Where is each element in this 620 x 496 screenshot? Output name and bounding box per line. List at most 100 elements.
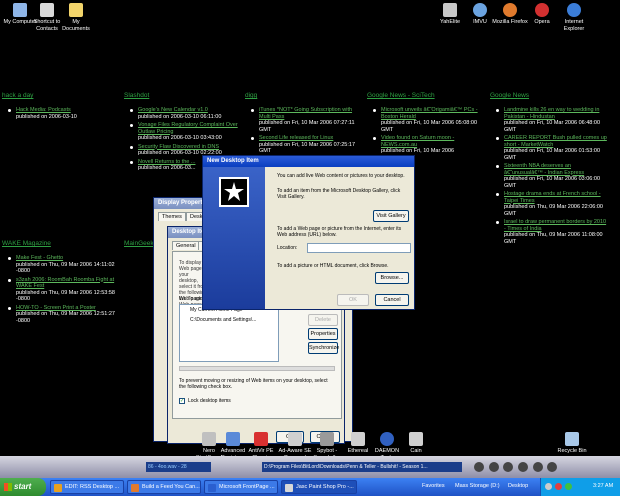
desktop-toolbar[interactable]: Desktop: [508, 483, 528, 489]
app-icon: [202, 432, 216, 446]
feed-title[interactable]: Slashdot: [124, 92, 242, 99]
system-tray: 3:27 AM: [540, 478, 620, 496]
feed-item: Video found on Saturn moon - NEWS.com.au…: [373, 135, 485, 155]
delete-button[interactable]: Delete: [308, 314, 338, 326]
feed-item-link[interactable]: CAREER REPORT Bush pulled comes up short…: [504, 135, 608, 148]
gallery-text: To add an item from the Microsoft Deskto…: [277, 188, 401, 200]
lock-hint-text: To prevent moving or resizing of Web ite…: [179, 378, 328, 390]
feed-item-date: published on Fri, 10 Mar 2006 05:08:00 G…: [381, 120, 478, 133]
feed-item-link[interactable]: Sixteenth NBA deserves an â€˜unusualâ€™ …: [504, 163, 608, 176]
feed-item-date: published on Fri, 10 Mar 2006 01:53:00 G…: [504, 148, 601, 161]
feed-item-link[interactable]: Israel to draw permanent borders by 2010…: [504, 219, 608, 232]
feed-item-date: published on Thu, 09 Mar 2006 12:51:27 -…: [16, 311, 115, 324]
cain-icon[interactable]: Cain: [398, 432, 434, 455]
cancel-button[interactable]: Cancel: [375, 294, 409, 306]
feed-item-link[interactable]: iTunes *NOT* Going Subscription with Mul…: [259, 107, 363, 120]
media-controls: [474, 462, 614, 472]
play-icon[interactable]: [488, 462, 499, 472]
feed-item: Israel to draw permanent borders by 2010…: [496, 219, 608, 245]
pause-icon[interactable]: [503, 462, 514, 472]
feed-title[interactable]: WAKE Magazine: [2, 240, 120, 247]
task-rss-desktop[interactable]: EDIT: RSS Desktop ...: [50, 480, 124, 494]
feed-item-date: published on Thu, 09 Mar 2006 12:53:58 -…: [16, 289, 115, 303]
favorites-toolbar[interactable]: Favorites: [422, 483, 445, 489]
mass-storage-toolbar[interactable]: Mass Storage (D:): [455, 483, 500, 489]
umbrella-icon: [254, 432, 268, 446]
app-icon: [288, 432, 302, 446]
folder-icon: [69, 3, 83, 17]
clock[interactable]: 3:27 AM: [593, 483, 613, 489]
dialog-banner: [203, 167, 265, 309]
feed-item: s3zah 2006: RoomBah Roomba Fight at WAKE…: [8, 277, 120, 303]
feed-title[interactable]: Google News - SciTech: [367, 92, 485, 99]
task-frontpage[interactable]: Microsoft FrontPage ...: [204, 480, 278, 494]
url-instructions: To add a Web page or picture from the In…: [277, 226, 402, 238]
taskbar: 86 - 4oo.wav - 28 D:\Program Files\BitLo…: [0, 456, 620, 496]
tray-icon[interactable]: [555, 483, 562, 490]
lock-checkbox[interactable]: ✓: [179, 398, 185, 404]
new-desktop-item-dialog[interactable]: New Desktop Item You can add live Web co…: [202, 155, 415, 310]
ok-button[interactable]: OK: [337, 294, 369, 306]
visit-gallery-button[interactable]: Visit Gallery: [373, 210, 409, 222]
feed-item-link[interactable]: Landmine kills 26 en way to wedding in P…: [504, 107, 608, 120]
tray-icon[interactable]: [565, 483, 572, 490]
task-paint-shop-pro[interactable]: Jasc Paint Shop Pro -...: [281, 480, 357, 494]
task-label: EDIT: RSS Desktop ...: [65, 484, 120, 490]
app-icon: [54, 484, 62, 492]
disc-icon: [380, 432, 394, 446]
feed-title[interactable]: hack a day: [2, 92, 120, 99]
tab-general[interactable]: General: [172, 241, 200, 250]
my-documents-icon[interactable]: My Documents: [58, 3, 94, 32]
feed-item-link[interactable]: Microsoft unveils â€˜Origamiâ€™ PCs - Bo…: [381, 107, 485, 120]
desktop-icon-label: Opera: [534, 19, 550, 25]
app-icon: [409, 432, 423, 446]
firefox-icon[interactable]: Mozilla Firefox: [492, 3, 528, 26]
internet-explorer-icon[interactable]: Internet Explorer: [556, 3, 592, 32]
location-label: Location:: [277, 245, 298, 251]
list-item[interactable]: C:\Documents and Settings\...: [180, 315, 278, 325]
next-icon[interactable]: [532, 462, 543, 472]
firefox-icon: [131, 484, 139, 492]
horizontal-scrollbar[interactable]: [179, 366, 335, 371]
start-button[interactable]: start: [0, 478, 46, 496]
app-icon: [443, 3, 457, 17]
media-track-display[interactable]: 86 - 4oo.wav - 28: [146, 462, 211, 472]
feed-item-link[interactable]: Video found on Saturn moon - NEWS.com.au: [381, 135, 485, 148]
feed-title[interactable]: Google News: [490, 92, 608, 99]
eject-icon[interactable]: [547, 462, 558, 472]
browse-button[interactable]: Browse...: [375, 272, 409, 284]
task-label: Build a Feed You Can...: [142, 484, 200, 490]
computer-icon: [13, 3, 27, 17]
window-title[interactable]: New Desktop Item: [203, 156, 414, 167]
previous-icon[interactable]: [474, 462, 484, 472]
browser-icon: [567, 3, 581, 17]
feed-item-date: published on 2006-03-10: [16, 113, 77, 120]
feed-item-date: published on 2006-03-10 03:43:00: [138, 135, 222, 141]
tray-icon[interactable]: [545, 483, 552, 490]
feed-item-link[interactable]: s3zah 2006: RoomBah Roomba Fight at WAKE…: [16, 277, 120, 290]
contacts-icon: [40, 3, 54, 17]
feed-item: Google's New Calendar v1.0 published on 2…: [130, 107, 242, 120]
location-input[interactable]: [307, 243, 411, 253]
feed-item: Vonage Files Regulatory Complaint Over O…: [130, 122, 242, 142]
feed-item: iTunes *NOT* Going Subscription with Mul…: [251, 107, 363, 133]
recycle-bin-icon[interactable]: Recycle Bin: [554, 432, 590, 455]
media-bar: 86 - 4oo.wav - 28 D:\Program Files\BitLo…: [0, 456, 620, 478]
properties-button[interactable]: Properties: [308, 328, 338, 340]
feed-item-link[interactable]: Vonage Files Regulatory Complaint Over O…: [138, 122, 242, 135]
synchronize-button[interactable]: Synchronize: [308, 342, 339, 354]
task-build-feed[interactable]: Build a Feed You Can...: [127, 480, 201, 494]
feed-item: CAREER REPORT Bush pulled comes up short…: [496, 135, 608, 161]
frontpage-icon: [208, 484, 216, 492]
tab-themes[interactable]: Themes: [158, 212, 186, 221]
desktop-icon-label: Recycle Bin: [557, 448, 587, 454]
feed-item: Make Fest - Ghetto published on Thu, 09 M…: [8, 255, 120, 275]
app-icon: [226, 432, 240, 446]
opera-icon[interactable]: Opera: [524, 3, 560, 26]
stop-icon[interactable]: [518, 462, 529, 472]
feed-title[interactable]: digg: [245, 92, 363, 99]
feed-item-link[interactable]: Hostage drama ends at French school - Ta…: [504, 191, 608, 204]
feed-item-date: published on 2006-03-10 06:11:00: [138, 113, 222, 120]
web-pages-list[interactable]: My Current Home Page C:\Documents and Se…: [179, 304, 279, 362]
desktop-icon-label: Cain: [410, 448, 422, 454]
